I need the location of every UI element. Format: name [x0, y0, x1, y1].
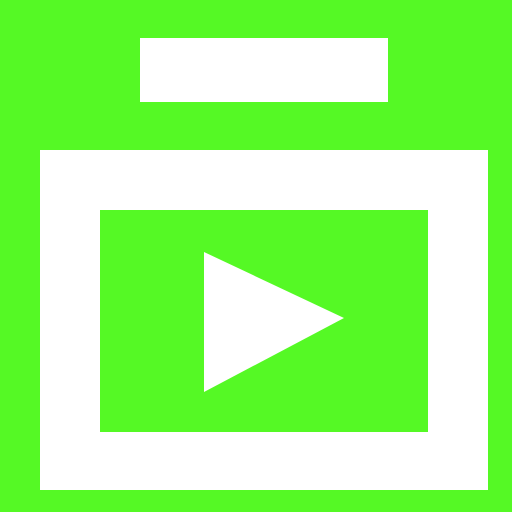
- video-playlist-icon: [0, 0, 512, 512]
- app-icon: [0, 0, 512, 512]
- playlist-stack-bar: [140, 38, 388, 102]
